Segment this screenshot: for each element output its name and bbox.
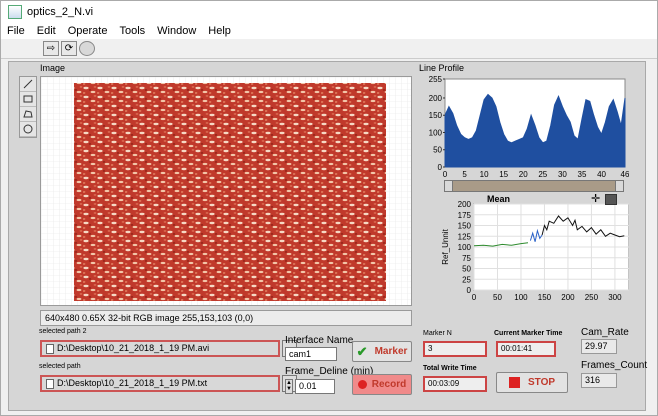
total-write-time-indicator: 00:03:09 — [423, 376, 487, 392]
path-value: D:\Desktop\10_21_2018_1_19 PM.txt — [57, 378, 208, 388]
cam-rate-indicator: 29.97 — [581, 339, 617, 354]
title-bar: optics_2_N.vi — [1, 1, 657, 23]
mean-y-tick: 150 — [458, 222, 472, 231]
line-tool-icon[interactable] — [20, 77, 36, 92]
profile-x-tick: 30 — [558, 170, 567, 179]
abort-icon[interactable] — [79, 41, 95, 56]
profile-x-tick: 15 — [499, 170, 508, 179]
camera-image — [74, 83, 386, 301]
path2-label: selected path 2 — [39, 328, 87, 335]
mean-chart: 02550751001251501752000 50 100 150 200 250 300… — [419, 192, 629, 310]
menu-bar: File Edit Operate Tools Window Help — [1, 23, 657, 39]
frames-count-indicator: 316 — [581, 373, 617, 388]
path2-field[interactable]: D:\Desktop\10_21_2018_1_19 PM.avi — [40, 340, 280, 357]
line-profile-title: Line Profile — [419, 63, 465, 73]
profile-x-tick: 10 — [480, 170, 489, 179]
menu-window[interactable]: Window — [151, 25, 202, 37]
profile-x-tick: 0 — [443, 170, 448, 179]
image-info-bar: 640x480 0.65X 32-bit RGB image 255,153,1… — [40, 310, 412, 326]
zoom-icon[interactable] — [605, 194, 617, 205]
mean-x-tick: 50 — [493, 293, 502, 302]
mean-y-tick: 175 — [458, 211, 472, 220]
record-label: Record — [371, 379, 407, 390]
menu-help[interactable]: Help — [202, 25, 237, 37]
current-marker-time-indicator: 00:01:41 — [496, 341, 556, 357]
profile-x-tick: 35 — [578, 170, 587, 179]
profile-x-tick: 40 — [597, 170, 606, 179]
toolbar: ⇨ ⟳ — [1, 39, 657, 59]
mean-x-tick: 200 — [561, 293, 575, 302]
stop-square-icon — [508, 377, 520, 388]
roi-toolbar — [19, 76, 37, 138]
profile-y-tick: 255 — [429, 75, 443, 84]
scroll-left-icon[interactable] — [445, 181, 453, 191]
crosshair-icon[interactable]: ✛ — [591, 194, 603, 205]
mean-y-tick: 50 — [462, 265, 471, 274]
window-title: optics_2_N.vi — [27, 6, 94, 18]
profile-x-tick: 5 — [462, 170, 467, 179]
mean-x-tick: 100 — [514, 293, 528, 302]
file-icon — [46, 343, 54, 354]
oval-tool-icon[interactable] — [20, 122, 36, 137]
marker-n-label: Marker N — [423, 330, 452, 337]
mean-y-tick: 100 — [458, 243, 472, 252]
mean-y-tick: 75 — [462, 254, 471, 263]
frames-count-label: Frames_Count — [581, 360, 648, 371]
file-icon — [46, 378, 54, 389]
front-panel: Image 640x480 0.65X 32-bit RGB image 255… — [8, 61, 648, 411]
profile-x-tick: 25 — [538, 170, 547, 179]
polygon-tool-icon[interactable] — [20, 107, 36, 122]
image-grid — [41, 77, 411, 305]
profile-scrollbar[interactable] — [444, 180, 624, 192]
mean-x-tick: 250 — [585, 293, 599, 302]
stop-label: STOP — [527, 377, 556, 388]
labview-window: optics_2_N.vi File Edit Operate Tools Wi… — [0, 0, 658, 416]
checkmark-icon: ✔ — [356, 343, 368, 359]
profile-y-tick: 50 — [433, 146, 442, 155]
image-display[interactable] — [40, 76, 412, 306]
stop-button[interactable]: STOP — [496, 372, 568, 393]
mean-y-tick: 25 — [462, 275, 471, 284]
current-marker-time-label: Current Marker Time — [494, 330, 563, 337]
menu-tools[interactable]: Tools — [113, 25, 151, 37]
profile-y-tick: 200 — [429, 94, 443, 103]
mean-y-tick: 125 — [458, 232, 472, 241]
record-dot-icon — [357, 380, 367, 389]
mean-title: Mean — [487, 194, 511, 204]
vi-icon — [8, 5, 22, 19]
profile-y-tick: 150 — [429, 111, 443, 120]
menu-file[interactable]: File — [1, 25, 31, 37]
rectangle-tool-icon[interactable] — [20, 92, 36, 107]
frame-deline-stepper[interactable]: ▲ ▼ — [285, 379, 293, 394]
path-field[interactable]: D:\Desktop\10_21_2018_1_19 PM.txt — [40, 375, 280, 392]
scroll-right-icon[interactable] — [615, 181, 623, 191]
path2-value: D:\Desktop\10_21_2018_1_19 PM.avi — [57, 343, 210, 353]
image-label: Image — [40, 63, 66, 73]
interface-name-input[interactable]: cam1 — [285, 347, 337, 361]
cam-rate-label: Cam_Rate — [581, 327, 629, 338]
total-write-time-label: Total Write Time — [423, 365, 477, 372]
profile-y-tick: 100 — [429, 128, 443, 137]
path-label: selected path — [39, 363, 81, 370]
mean-y-axis-label: Ref_Unnit — [441, 228, 450, 264]
menu-edit[interactable]: Edit — [31, 25, 62, 37]
mean-x-tick: 150 — [538, 293, 552, 302]
run-arrow-icon[interactable]: ⇨ — [43, 41, 59, 56]
mean-x-tick: 300 — [608, 293, 622, 302]
mean-x-tick: 0 — [472, 293, 477, 302]
frame-deline-input[interactable]: 0.01 — [295, 379, 335, 394]
marker-button[interactable]: ✔ Marker — [352, 341, 412, 362]
record-button[interactable]: Record — [352, 374, 412, 395]
run-continuously-icon[interactable]: ⟳ — [61, 41, 77, 56]
marker-label: Marker — [374, 346, 408, 357]
menu-operate[interactable]: Operate — [62, 25, 114, 37]
profile-x-tick: 46 — [621, 170, 629, 179]
mean-y-tick: 200 — [458, 200, 472, 209]
profile-x-tick: 20 — [519, 170, 528, 179]
line-profile-chart: 0501001502002550 5 10 15 20 25 30 35 40 46 — [419, 75, 629, 187]
interface-name-label: Interface Name — [285, 335, 354, 346]
marker-n-indicator: 3 — [423, 341, 487, 357]
